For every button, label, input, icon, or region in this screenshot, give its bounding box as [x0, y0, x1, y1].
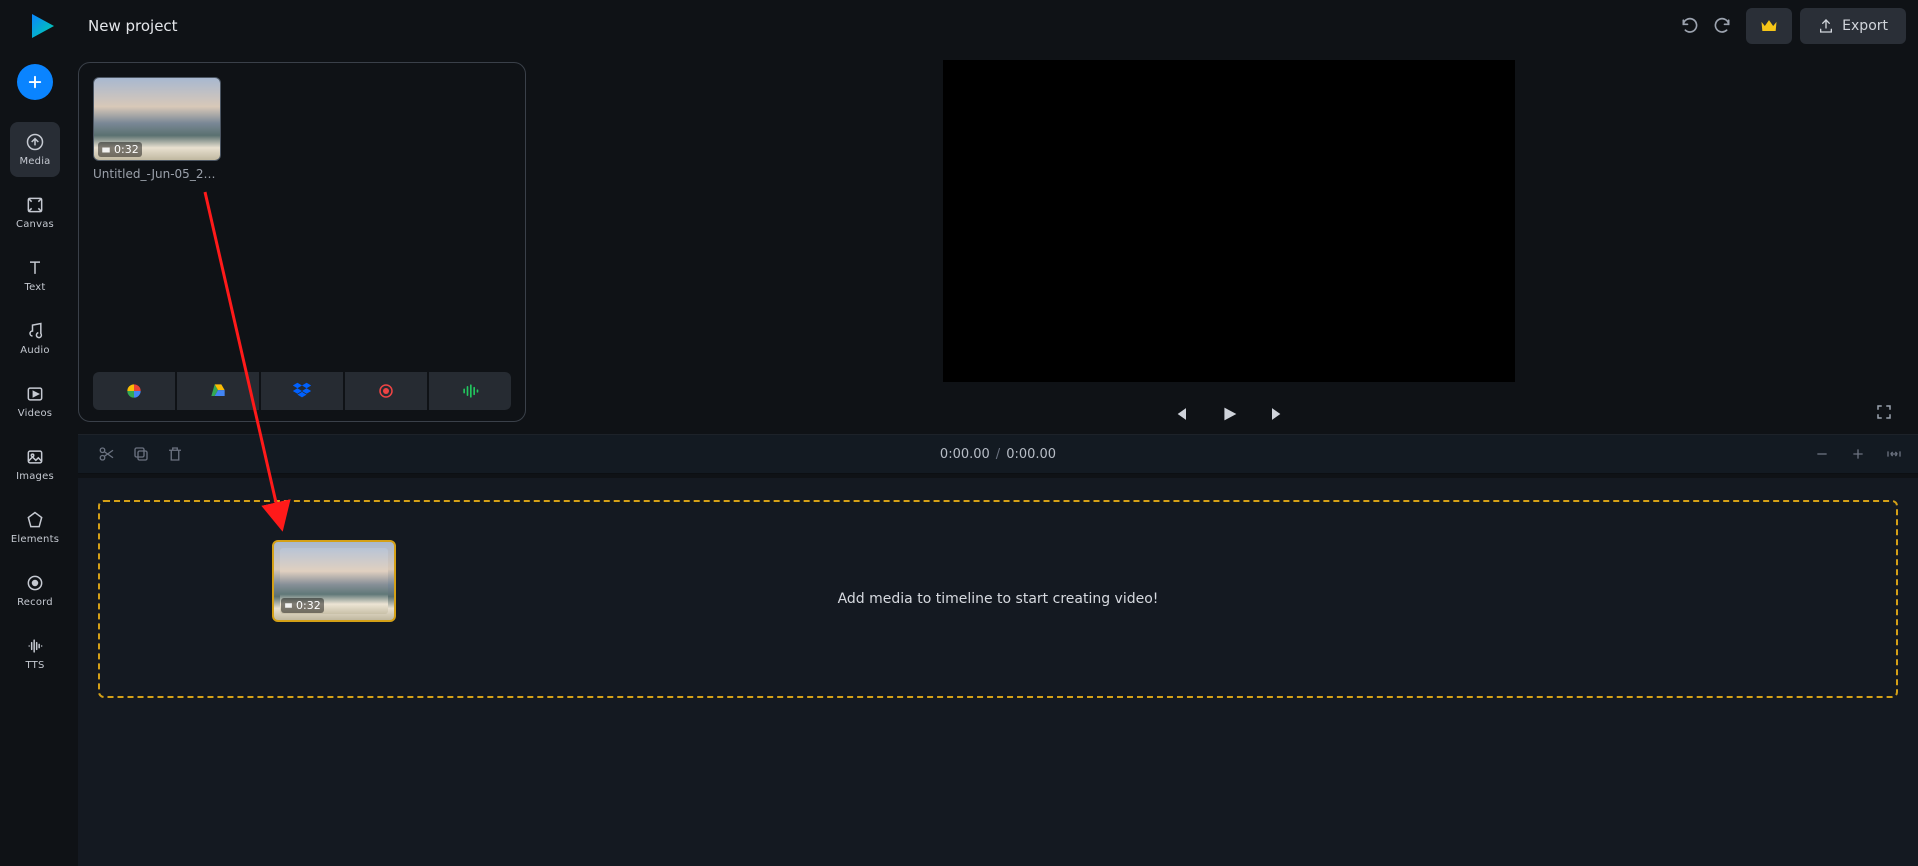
music-icon	[25, 321, 45, 341]
timeline-area[interactable]: Add media to timeline to start creating …	[78, 478, 1918, 866]
fit-icon	[1885, 446, 1903, 462]
preview-area	[540, 52, 1918, 430]
cut-button[interactable]	[92, 439, 122, 469]
trash-icon	[166, 445, 184, 463]
sidebar-item-images[interactable]: Images	[10, 437, 60, 492]
waveform-icon	[25, 636, 45, 656]
audio-import-button[interactable]	[429, 372, 511, 410]
media-panel: 0:32 Untitled_-Jun-05_2024…	[78, 62, 526, 422]
delete-button[interactable]	[160, 439, 190, 469]
dragging-clip[interactable]: 0:32	[272, 540, 396, 622]
add-button[interactable]	[17, 64, 53, 100]
dropbox-icon	[291, 380, 313, 402]
canvas-icon	[25, 195, 45, 215]
media-grid: 0:32 Untitled_-Jun-05_2024…	[93, 77, 511, 181]
sidebar-item-audio[interactable]: Audio	[10, 311, 60, 366]
upload-icon	[1818, 18, 1834, 34]
top-header: New project Export	[0, 0, 1918, 52]
duration-badge: 0:32	[98, 142, 142, 157]
record-icon	[25, 573, 45, 593]
zoom-out-button[interactable]	[1812, 444, 1832, 464]
video-icon	[25, 384, 45, 404]
timeline-toolbar: 0:00.00 / 0:00.00	[78, 434, 1918, 474]
copy-icon	[132, 445, 150, 463]
copy-button[interactable]	[126, 439, 156, 469]
film-icon	[284, 601, 293, 610]
dropbox-button[interactable]	[261, 372, 343, 410]
upload-cloud-icon	[25, 132, 45, 152]
prev-frame-button[interactable]	[1170, 403, 1192, 425]
video-preview[interactable]	[943, 60, 1515, 382]
film-icon	[101, 145, 111, 155]
google-drive-button[interactable]	[177, 372, 259, 410]
google-drive-icon	[208, 381, 228, 401]
sidebar-item-media[interactable]: Media	[10, 122, 60, 177]
export-label: Export	[1842, 18, 1888, 34]
undo-button[interactable]	[1674, 10, 1706, 42]
media-filename: Untitled_-Jun-05_2024…	[93, 167, 221, 181]
image-icon	[25, 447, 45, 467]
next-frame-button[interactable]	[1266, 403, 1288, 425]
text-icon	[25, 258, 45, 278]
skip-forward-icon	[1267, 404, 1287, 424]
zoom-in-button[interactable]	[1848, 444, 1868, 464]
audio-bars-icon	[460, 381, 480, 401]
project-title[interactable]: New project	[88, 17, 178, 35]
duration-badge: 0:32	[281, 598, 324, 613]
app-logo	[26, 10, 58, 42]
scissors-icon	[98, 445, 116, 463]
media-thumbnail[interactable]: 0:32	[93, 77, 221, 161]
sidebar-item-text[interactable]: Text	[10, 248, 60, 303]
sidebar-item-record[interactable]: Record	[10, 563, 60, 618]
sidebar-item-elements[interactable]: Elements	[10, 500, 60, 555]
plus-icon	[26, 73, 44, 91]
fullscreen-icon	[1875, 403, 1893, 421]
google-photos-icon	[124, 381, 144, 401]
left-sidebar: Media Canvas Text Audio Videos Images El…	[0, 64, 70, 681]
preview-controls	[540, 396, 1918, 432]
timeline-time: 0:00.00 / 0:00.00	[940, 447, 1056, 462]
sidebar-item-tts[interactable]: TTS	[10, 626, 60, 681]
export-button[interactable]: Export	[1800, 8, 1906, 44]
google-photos-button[interactable]	[93, 372, 175, 410]
minus-icon	[1814, 446, 1830, 462]
record-dot-icon	[377, 382, 395, 400]
screen-record-button[interactable]	[345, 372, 427, 410]
timeline-zoom	[1812, 444, 1904, 464]
media-item[interactable]: 0:32 Untitled_-Jun-05_2024…	[93, 77, 221, 181]
sidebar-item-videos[interactable]: Videos	[10, 374, 60, 429]
zoom-fit-button[interactable]	[1884, 444, 1904, 464]
current-time: 0:00.00	[940, 447, 990, 462]
play-button[interactable]	[1218, 403, 1240, 425]
shapes-icon	[25, 510, 45, 530]
total-time: 0:00.00	[1006, 447, 1056, 462]
sidebar-item-canvas[interactable]: Canvas	[10, 185, 60, 240]
play-icon	[1218, 402, 1240, 426]
drop-hint: Add media to timeline to start creating …	[838, 591, 1159, 607]
fullscreen-button[interactable]	[1872, 400, 1896, 424]
plus-icon	[1850, 446, 1866, 462]
redo-button[interactable]	[1706, 10, 1738, 42]
cloud-source-row	[93, 372, 511, 410]
crown-icon	[1759, 16, 1779, 36]
skip-back-icon	[1171, 404, 1191, 424]
premium-button[interactable]	[1746, 8, 1792, 44]
